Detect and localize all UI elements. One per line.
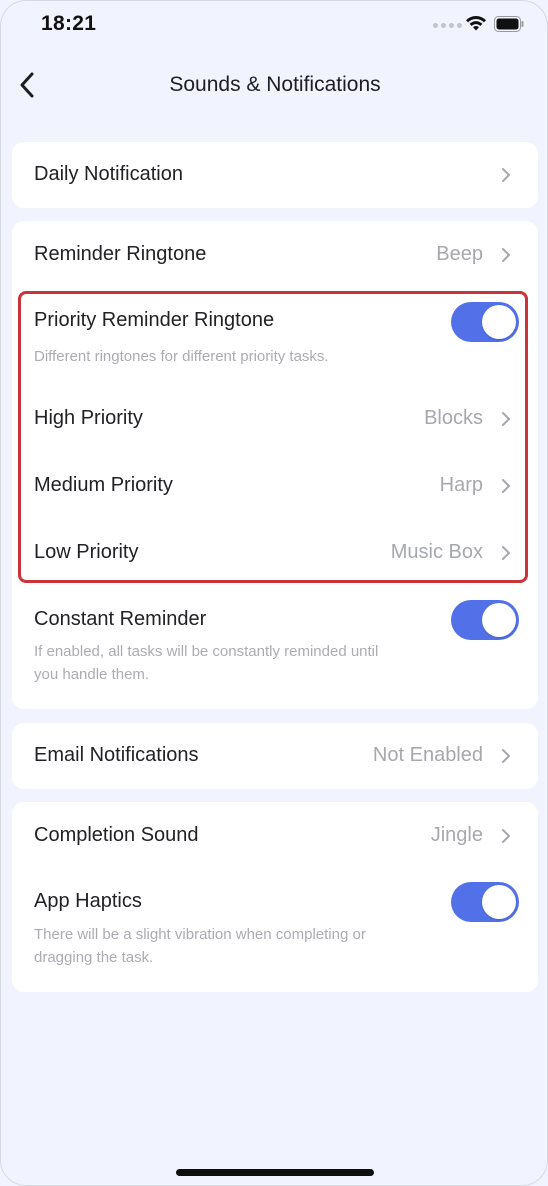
constant-reminder-toggle[interactable] — [451, 600, 519, 640]
toggle-knob — [482, 603, 516, 637]
low-priority-label: Low Priority — [34, 541, 139, 563]
priority-ringtone-label: Priority Reminder Ringtone — [34, 309, 275, 331]
email-notifications-label: Email Notifications — [34, 744, 199, 766]
cellular-signal-icon — [433, 23, 462, 28]
toggle-knob — [482, 305, 516, 339]
app-haptics-description-line1: There will be a slight vibration when co… — [34, 926, 366, 943]
priority-ringtone-toggle[interactable] — [451, 302, 519, 342]
medium-priority-value: Harp — [439, 474, 483, 496]
completion-sound-label: Completion Sound — [34, 824, 199, 846]
high-priority-label: High Priority — [34, 407, 143, 429]
app-haptics-row: App Haptics There will be a slight vibra… — [12, 878, 538, 988]
wifi-icon — [466, 15, 486, 31]
email-card: Email Notifications Not Enabled — [12, 723, 538, 789]
low-priority-value: Music Box — [390, 541, 483, 563]
email-notifications-value: Not Enabled — [372, 744, 483, 766]
status-time: 18:21 — [41, 12, 97, 35]
constant-reminder-description-line1: If enabled, all tasks will be constantly… — [34, 643, 379, 660]
screen: 18:21 Sounds & Notifications Daily Notif… — [0, 0, 548, 1186]
reminder-card: Reminder Ringtone Beep Priority Reminder… — [12, 221, 538, 709]
priority-ringtone-row: Priority Reminder Ringtone Different rin… — [12, 295, 538, 373]
completion-sound-value: Jingle — [430, 824, 483, 846]
daily-notification-card: Daily Notification — [12, 142, 538, 208]
battery-icon — [494, 16, 524, 32]
daily-notification-label: Daily Notification — [34, 163, 183, 185]
reminder-ringtone-row[interactable]: Reminder Ringtone Beep — [12, 221, 538, 289]
chevron-right-icon — [502, 546, 510, 560]
completion-sound-row[interactable]: Completion Sound Jingle — [12, 802, 538, 870]
constant-reminder-description-line2: you handle them. — [34, 666, 150, 683]
app-haptics-label: App Haptics — [34, 890, 142, 912]
medium-priority-row[interactable]: Medium Priority Harp — [12, 453, 538, 519]
app-haptics-description-line2: dragging the task. — [34, 949, 154, 966]
high-priority-value: Blocks — [424, 407, 483, 429]
chevron-right-icon — [502, 412, 510, 426]
high-priority-row[interactable]: High Priority Blocks — [12, 386, 538, 452]
low-priority-row[interactable]: Low Priority Music Box — [12, 520, 538, 586]
home-indicator — [176, 1169, 374, 1176]
app-haptics-toggle[interactable] — [451, 882, 519, 922]
toggle-knob — [482, 885, 516, 919]
reminder-ringtone-value: Beep — [436, 243, 483, 265]
page-title: Sounds & Notifications — [169, 73, 381, 96]
priority-ringtone-description: Different ringtones for different priori… — [34, 348, 329, 365]
email-notifications-row[interactable]: Email Notifications Not Enabled — [12, 723, 538, 789]
chevron-right-icon — [502, 749, 510, 763]
sound-haptics-card: Completion Sound Jingle App Haptics Ther… — [12, 802, 538, 992]
medium-priority-label: Medium Priority — [34, 474, 173, 496]
chevron-right-icon — [502, 248, 510, 262]
chevron-right-icon — [502, 168, 510, 182]
reminder-ringtone-label: Reminder Ringtone — [34, 243, 207, 265]
chevron-right-icon — [502, 829, 510, 843]
constant-reminder-label: Constant Reminder — [34, 608, 207, 630]
status-bar: 18:21 — [1, 1, 547, 49]
daily-notification-row[interactable]: Daily Notification — [12, 142, 538, 208]
constant-reminder-row: Constant Reminder If enabled, all tasks … — [12, 595, 538, 705]
chevron-right-icon — [502, 479, 510, 493]
